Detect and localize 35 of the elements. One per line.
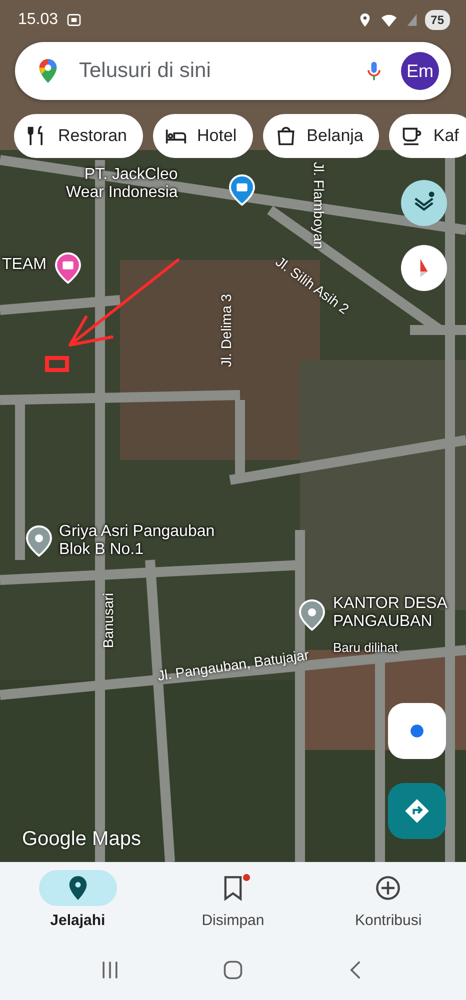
street-label: Banusari: [98, 592, 117, 648]
place-label[interactable]: Griya Asri Pangauban Blok B No.1: [59, 523, 215, 558]
place-pin-icon[interactable]: [23, 523, 55, 559]
directions-button[interactable]: [388, 783, 446, 839]
nav-tab[interactable]: Jelajahi: [0, 862, 156, 940]
status-time: 15.03: [18, 10, 58, 30]
signal-icon: [404, 12, 419, 28]
category-chip[interactable]: Restoran: [14, 114, 143, 158]
screenshot-icon: [66, 12, 82, 28]
account-avatar[interactable]: Em: [401, 52, 439, 90]
search-bar[interactable]: Telusuri di sini Em: [15, 42, 451, 100]
home-icon[interactable]: [222, 959, 244, 981]
location-dot-icon: [410, 724, 424, 738]
category-chip[interactable]: Belanja: [262, 114, 380, 158]
place-pin-icon[interactable]: [296, 597, 328, 633]
street-label: Jl. Silih Asih 2: [272, 252, 354, 318]
street-label: Jl. Flamboyan: [310, 161, 328, 249]
place-label[interactable]: KANTOR DESA PANGAUBAN: [333, 595, 448, 630]
nav-tab[interactable]: Kontribusi: [310, 862, 466, 940]
shop-pin-icon[interactable]: [226, 172, 258, 208]
hotel-pin-icon[interactable]: [52, 250, 84, 286]
category-chip[interactable]: Kaf: [389, 114, 466, 158]
map-attribution: Google Maps: [22, 827, 141, 852]
directions-icon: [404, 798, 430, 824]
recently-viewed-note: Baru dilihat: [333, 641, 398, 656]
nav-tab[interactable]: Disimpan: [155, 862, 311, 940]
street-label: Jl. Delima 3: [216, 293, 235, 367]
street-label: Jl. Pangauban, Batujajar: [156, 644, 310, 686]
shopping-bag-icon: [274, 125, 297, 147]
place-label[interactable]: PT. JackCleo Wear Indonesia: [66, 166, 178, 202]
place-label[interactable]: TEAM: [2, 256, 46, 274]
coffee-cup-icon: [401, 125, 424, 147]
add-circle-icon: [375, 875, 402, 901]
my-location-button[interactable]: [388, 703, 446, 759]
category-chip[interactable]: Hotel: [152, 114, 253, 158]
